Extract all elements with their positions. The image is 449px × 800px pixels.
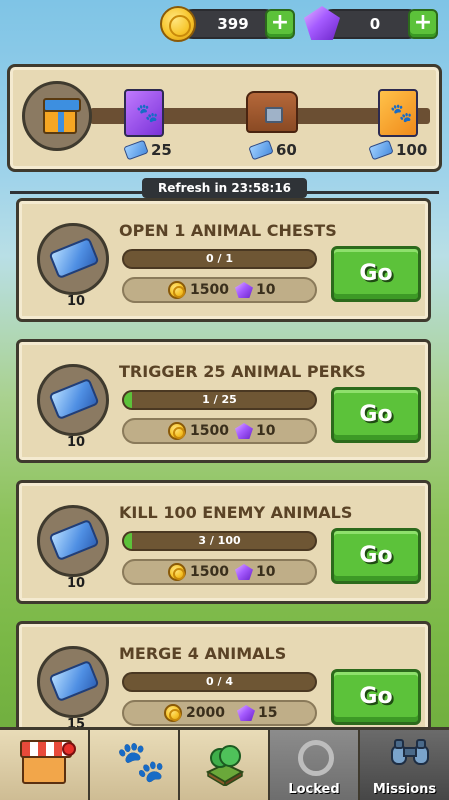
coin-icon xyxy=(160,6,196,42)
reward-coins: 2000 xyxy=(186,705,225,721)
go-button[interactable]: Go xyxy=(331,669,421,725)
notification-badge xyxy=(62,742,76,756)
mission-title: TRIGGER 25 ANIMAL PERKS xyxy=(119,362,366,381)
ticket-icon xyxy=(123,139,149,161)
bottom-nav: 🐾 Locked Missions xyxy=(0,727,449,800)
gem-icon xyxy=(237,705,255,721)
nav-shop[interactable] xyxy=(0,730,90,800)
refresh-timer: Refresh in 23:58:16 xyxy=(142,178,307,198)
coin-icon xyxy=(168,563,186,581)
ticket-icon xyxy=(368,139,394,161)
mission-reward-ring: 10 xyxy=(37,223,109,309)
mission-card: 10 KILL 100 ENEMY ANIMALS 3 / 100 1500 1… xyxy=(16,480,431,604)
reward-gems: 15 xyxy=(258,705,278,721)
tier-value: 60 xyxy=(276,141,297,159)
gem-icon xyxy=(235,423,253,439)
mission-card: 10 OPEN 1 ANIMAL CHESTS 0 / 1 1500 10 Go xyxy=(16,198,431,322)
coin-icon xyxy=(164,704,182,722)
mission-reward: 1500 10 xyxy=(122,277,317,303)
mission-card: 10 TRIGGER 25 ANIMAL PERKS 1 / 25 1500 1… xyxy=(16,339,431,463)
reward-gems: 10 xyxy=(256,282,276,298)
mission-rewards-track: 🐾 25 60 🐾 100 xyxy=(7,64,442,172)
mission-reward-ring: 15 xyxy=(37,646,109,732)
tree-island-icon xyxy=(205,745,245,786)
tier-value: 25 xyxy=(151,141,172,159)
mission-progress-bar: 0 / 1 xyxy=(122,249,317,269)
mission-progress-bar: 1 / 25 xyxy=(122,390,317,410)
nav-label-missions: Missions xyxy=(372,782,437,797)
shop-icon xyxy=(20,740,72,784)
nav-locked[interactable]: Locked xyxy=(270,730,360,800)
go-button[interactable]: Go xyxy=(331,528,421,584)
mission-reward: 1500 10 xyxy=(122,418,317,444)
ticket-count: 10 xyxy=(66,576,86,591)
mission-progress-bar: 0 / 4 xyxy=(122,672,317,692)
ticket-icon xyxy=(48,236,100,280)
nav-label-locked: Locked xyxy=(288,782,340,797)
progress-text: 0 / 1 xyxy=(206,252,233,265)
binoculars-icon xyxy=(391,739,429,765)
progress-text: 0 / 4 xyxy=(206,675,233,688)
tier-value: 100 xyxy=(396,141,428,159)
nav-animals[interactable]: 🐾 xyxy=(90,730,180,800)
gem-icon xyxy=(235,282,253,298)
ticket-icon xyxy=(48,377,100,421)
go-button[interactable]: Go xyxy=(331,246,421,302)
gem-icon xyxy=(235,564,253,580)
mission-reward: 1500 10 xyxy=(122,559,317,585)
coin-icon xyxy=(168,422,186,440)
add-gems-button[interactable]: + xyxy=(408,9,438,39)
reward-coins: 1500 xyxy=(190,423,229,439)
paw-icon: 🐾 xyxy=(390,103,413,124)
reward-coins: 1500 xyxy=(190,282,229,298)
ticket-icon xyxy=(48,518,100,562)
coin-amount: 399 xyxy=(217,15,249,33)
orange-paw-card-icon[interactable]: 🐾 xyxy=(378,89,418,137)
mission-reward-ring: 10 xyxy=(37,364,109,450)
nav-missions[interactable]: Missions xyxy=(360,730,449,800)
progress-text: 1 / 25 xyxy=(202,393,237,406)
mission-title: OPEN 1 ANIMAL CHESTS xyxy=(119,221,337,240)
nav-map[interactable] xyxy=(180,730,270,800)
mission-reward-ring: 10 xyxy=(37,505,109,591)
mission-title: KILL 100 ENEMY ANIMALS xyxy=(119,503,353,522)
paw-icon: 🐾 xyxy=(116,739,166,785)
purple-paw-card-icon[interactable]: 🐾 xyxy=(124,89,164,137)
reward-gems: 10 xyxy=(256,423,276,439)
gift-reward[interactable] xyxy=(22,81,92,151)
coin-icon xyxy=(168,281,186,299)
progress-text: 3 / 100 xyxy=(198,534,241,547)
mission-title: MERGE 4 ANIMALS xyxy=(119,644,287,663)
reward-gems: 10 xyxy=(256,564,276,580)
gift-icon xyxy=(43,98,81,134)
treasure-chest-icon[interactable] xyxy=(246,91,298,133)
mission-progress-bar: 3 / 100 xyxy=(122,531,317,551)
ticket-count: 10 xyxy=(66,435,86,450)
paw-icon: 🐾 xyxy=(136,103,159,124)
ticket-icon xyxy=(48,659,100,703)
add-coins-button[interactable]: + xyxy=(265,9,295,39)
gem-amount: 0 xyxy=(369,15,381,33)
go-button[interactable]: Go xyxy=(331,387,421,443)
ticket-icon xyxy=(248,139,274,161)
locked-icon xyxy=(298,740,334,776)
ticket-count: 10 xyxy=(66,294,86,309)
reward-coins: 1500 xyxy=(190,564,229,580)
mission-reward: 2000 15 xyxy=(122,700,317,726)
